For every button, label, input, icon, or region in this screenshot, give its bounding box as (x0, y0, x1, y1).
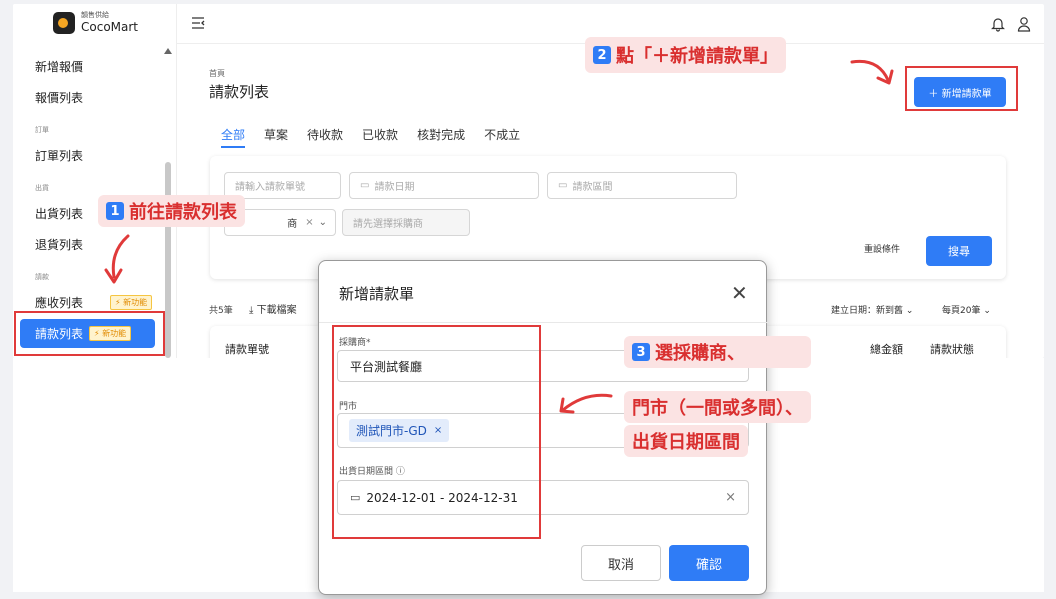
sidebar-group-billing: 請款 (35, 273, 49, 281)
result-count: 共5筆 (209, 306, 233, 316)
highlight-billing-list (14, 311, 165, 356)
confirm-button[interactable]: 確認 (669, 545, 749, 581)
page-size-select[interactable]: 每頁20筆 ⌄ (942, 303, 991, 316)
sidebar-scrollbar[interactable] (165, 162, 171, 358)
chevron-down-icon: ⌄ (983, 306, 991, 316)
close-icon[interactable]: ✕ (731, 283, 748, 303)
highlight-modal-fields (332, 325, 541, 539)
chevron-down-icon: ⌄ (905, 306, 914, 316)
scroll-up-arrow-icon[interactable] (164, 48, 172, 54)
callout-step-2: 2 點「＋新增請款單」 (585, 37, 786, 73)
tab-pending[interactable]: 待收款 (307, 126, 343, 143)
sidebar-item-shipment-list[interactable]: 出貨列表 (35, 205, 83, 222)
sidebar-item-receivable-list[interactable]: 應收列表 (35, 294, 83, 311)
status-tabs: 全部 草案 待收款 已收款 核對完成 不成立 (221, 126, 539, 148)
arrow-icon (850, 59, 894, 85)
tab-void[interactable]: 不成立 (484, 126, 520, 143)
logo: 韻售供給 CocoMart (53, 11, 138, 34)
tab-all[interactable]: 全部 (221, 126, 246, 148)
new-feature-badge: ⚡ 新功能 (110, 295, 153, 310)
step-number: 1 (106, 202, 124, 220)
tab-draft[interactable]: 草案 (264, 126, 288, 143)
callout-step-1: 1 前往請款列表 (98, 195, 245, 227)
tab-received[interactable]: 已收款 (362, 126, 398, 143)
user-icon[interactable] (1017, 16, 1031, 32)
sidebar-item-order-list[interactable]: 訂單列表 (35, 147, 83, 164)
column-header-amount: 總金額 (870, 343, 903, 356)
step-number: 2 (593, 46, 611, 64)
step-number: 3 (632, 343, 650, 361)
billing-range-input[interactable]: ▭ 請款區間 (547, 172, 737, 199)
breadcrumb[interactable]: 首頁 (209, 68, 225, 79)
calendar-icon: ▭ (558, 180, 568, 191)
arrow-icon (559, 393, 613, 414)
sidebar: 韻售供給 CocoMart 新增報價 報價列表 訂單 訂單列表 出貨 出貨列表 … (13, 4, 177, 358)
download-button[interactable]: ⤓ 下載檔案 (249, 301, 297, 316)
menu-collapse-icon[interactable] (191, 17, 205, 29)
download-icon: ⤓ (249, 305, 254, 316)
arrow-icon (104, 234, 130, 284)
column-header-status: 請款狀態 (930, 343, 974, 356)
sidebar-item-return-list[interactable]: 退貨列表 (35, 236, 83, 253)
logo-title: CocoMart (81, 20, 139, 34)
bell-icon[interactable] (991, 16, 1005, 32)
lightning-icon: ⚡ (115, 298, 121, 307)
billing-date-input[interactable]: ▭ 請款日期 (349, 172, 539, 199)
page-title: 請款列表 (209, 83, 270, 101)
callout-step-3: 3 選採購商、 門市（一間或多間）、 出貨日期區間 (624, 336, 811, 459)
divider (319, 322, 768, 323)
sidebar-item-quote-list[interactable]: 報價列表 (35, 89, 83, 106)
cancel-button[interactable]: 取消 (581, 545, 661, 581)
reset-filters-link[interactable]: 重設條件 (864, 242, 900, 255)
modal-title: 新增請款單 (339, 285, 415, 303)
sidebar-group-shipping: 出貨 (35, 184, 49, 192)
logo-subtitle: 韻售供給 (81, 11, 109, 19)
clear-icon[interactable]: × (725, 490, 736, 505)
column-header-number: 請款單號 (225, 343, 269, 356)
store-select: 請先選擇採購商 (342, 209, 470, 236)
calendar-icon: ▭ (360, 180, 370, 191)
sort-select[interactable]: 建立日期：新到舊 ⌄ (831, 303, 913, 316)
sidebar-item-new-quote[interactable]: 新增報價 (35, 58, 83, 75)
sidebar-group-orders: 訂單 (35, 126, 49, 134)
clear-icon[interactable]: × (305, 217, 313, 228)
highlight-add-button (905, 66, 1018, 111)
logo-icon (53, 11, 75, 34)
chevron-down-icon: ⌄ (318, 217, 327, 228)
search-button[interactable]: 搜尋 (926, 236, 992, 266)
tab-reconciled[interactable]: 核對完成 (417, 126, 465, 143)
